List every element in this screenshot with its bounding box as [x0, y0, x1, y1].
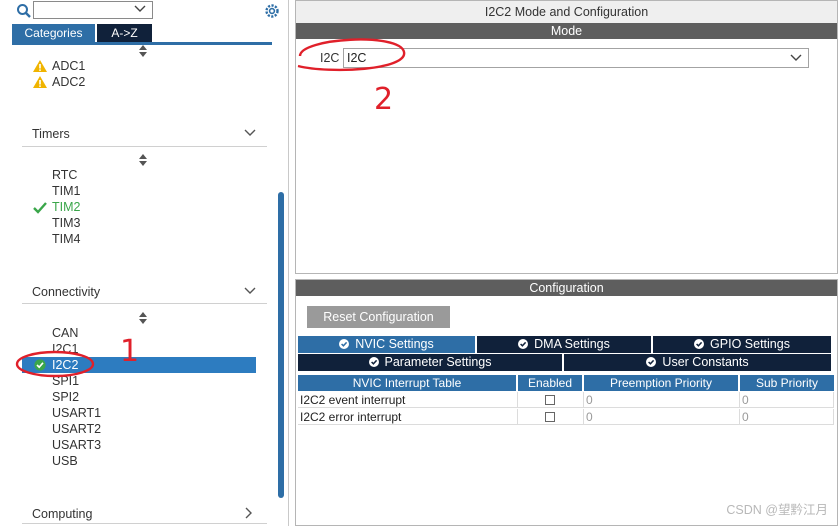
chevron-down-icon — [790, 54, 802, 61]
i2c-mode-label: I2C — [320, 51, 340, 65]
chevron-down-icon — [134, 5, 146, 12]
preemption-priority[interactable]: 0 — [584, 392, 740, 408]
i2c-mode-select[interactable]: I2C — [343, 48, 809, 68]
warning-icon — [33, 76, 47, 88]
section-title-connectivity[interactable]: Connectivity — [32, 285, 100, 299]
gear-icon[interactable] — [263, 2, 281, 20]
sidebar-item-usb[interactable]: USB — [52, 453, 78, 469]
tab-label: GPIO Settings — [710, 337, 790, 351]
check-circle-icon — [694, 339, 705, 349]
section-title-timers[interactable]: Timers — [32, 127, 70, 141]
panel-title: I2C2 Mode and Configuration — [296, 1, 837, 23]
i2c-mode-value: I2C — [347, 51, 367, 65]
tab-label: DMA Settings — [534, 337, 610, 351]
sort-icon[interactable] — [138, 154, 148, 166]
tab-label: User Constants — [662, 355, 749, 369]
tab-nvic-settings[interactable]: NVIC Settings — [298, 336, 475, 353]
tab-gpio-settings[interactable]: GPIO Settings — [653, 336, 831, 353]
enabled-cell — [518, 392, 584, 408]
reset-configuration-button[interactable]: Reset Configuration — [307, 306, 450, 328]
tab-dma-settings[interactable]: DMA Settings — [477, 336, 651, 353]
sidebar-item-adc2[interactable]: ADC2 — [52, 74, 85, 90]
column-header[interactable]: NVIC Interrupt Table — [298, 375, 518, 391]
sub-priority[interactable]: 0 — [740, 392, 834, 408]
watermark: CSDN @望黔江月 — [726, 503, 828, 517]
tab-a-z[interactable]: A->Z — [97, 24, 152, 42]
sidebar-item-i2c2[interactable]: I2C2 — [52, 357, 78, 373]
mode-header: Mode — [296, 23, 837, 39]
enabled-checkbox[interactable] — [545, 412, 555, 422]
warning-icon — [33, 60, 47, 72]
sidebar-item-usart1[interactable]: USART1 — [52, 405, 101, 421]
section-title-computing[interactable]: Computing — [32, 507, 92, 521]
sub-priority[interactable]: 0 — [740, 409, 834, 425]
sidebar-item-usart3[interactable]: USART3 — [52, 437, 101, 453]
check-circle-icon — [646, 357, 657, 367]
mode-panel: I2C2 Mode and Configuration Mode I2C I2C — [295, 0, 838, 274]
column-header[interactable]: Sub Priority — [740, 375, 834, 391]
sidebar-item-tim3[interactable]: TIM3 — [52, 215, 80, 231]
tab-parameter-settings[interactable]: Parameter Settings — [298, 354, 562, 371]
check-circle-icon — [339, 339, 350, 349]
sidebar-item-rtc[interactable]: RTC — [52, 167, 77, 183]
check-circle-icon — [34, 359, 46, 371]
tab-label: Parameter Settings — [384, 355, 492, 369]
section-divider — [22, 146, 267, 147]
sidebar-item-adc1[interactable]: ADC1 — [52, 58, 85, 74]
configuration-panel: Configuration Reset Configuration NVIC S… — [295, 279, 838, 526]
sort-icon[interactable] — [138, 312, 148, 324]
configuration-header: Configuration — [296, 280, 837, 296]
sidebar-item-spi2[interactable]: SPI2 — [52, 389, 79, 405]
check-icon — [33, 202, 47, 214]
sidebar-item-tim2[interactable]: TIM2 — [52, 199, 80, 215]
sidebar-item-tim1[interactable]: TIM1 — [52, 183, 80, 199]
section-divider — [22, 303, 267, 304]
search-icon[interactable] — [16, 3, 32, 19]
column-header[interactable]: Enabled — [518, 375, 584, 391]
sidebar-item-usart2[interactable]: USART2 — [52, 421, 101, 437]
interrupt-name: I2C2 event interrupt — [298, 392, 518, 408]
tab-user-constants[interactable]: User Constants — [564, 354, 831, 371]
enabled-cell — [518, 409, 584, 425]
tab-categories[interactable]: Categories — [12, 24, 95, 42]
preemption-priority[interactable]: 0 — [584, 409, 740, 425]
column-header[interactable]: Preemption Priority — [584, 375, 740, 391]
interrupt-name: I2C2 error interrupt — [298, 409, 518, 425]
sidebar-item-can[interactable]: CAN — [52, 325, 78, 341]
sidebar-item-spi1[interactable]: SPI1 — [52, 373, 79, 389]
chevron-down-icon[interactable] — [244, 287, 256, 295]
enabled-checkbox[interactable] — [545, 395, 555, 405]
section-divider — [22, 523, 267, 524]
chevron-right-icon[interactable] — [245, 507, 253, 519]
search-dropdown[interactable] — [33, 1, 153, 19]
sidebar-item-tim4[interactable]: TIM4 — [52, 231, 80, 247]
chevron-down-icon[interactable] — [244, 129, 256, 137]
check-circle-icon — [368, 357, 379, 367]
tab-label: NVIC Settings — [355, 337, 434, 351]
sidebar-item-i2c1[interactable]: I2C1 — [52, 341, 78, 357]
left-panel: Categories A->Z ADC1 ADC2 Timers RTC TIM… — [0, 0, 289, 526]
check-circle-icon — [518, 339, 529, 349]
sidebar-scrollbar[interactable] — [278, 192, 284, 498]
sort-icon[interactable] — [138, 45, 148, 57]
